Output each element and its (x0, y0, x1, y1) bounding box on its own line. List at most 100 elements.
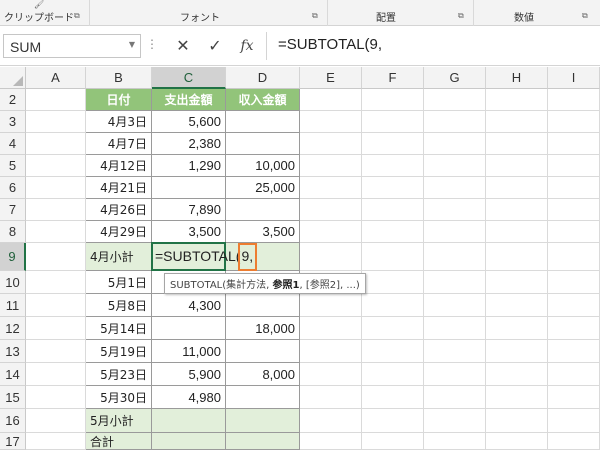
column-header-h[interactable]: H (486, 67, 548, 89)
cell-c16[interactable] (152, 409, 226, 433)
cell-i4[interactable] (548, 133, 600, 155)
name-box[interactable]: SUM ▼ (3, 34, 141, 58)
worksheet-grid[interactable]: A B C D E F G H I 2 3 4 5 6 7 8 9 10 11 12 13 14 15 16 17 日付 支出金額収… (0, 67, 600, 450)
cell-a3[interactable] (26, 111, 86, 133)
cell-i14[interactable] (548, 363, 600, 386)
cell-h2[interactable] (486, 89, 548, 111)
cell-h9[interactable] (486, 243, 548, 271)
cell-d11[interactable] (226, 294, 300, 317)
cell-a17[interactable] (26, 433, 86, 450)
column-header-c[interactable]: C (152, 67, 226, 89)
cell-i6[interactable] (548, 177, 600, 199)
cell-g17[interactable] (424, 433, 486, 450)
cell-g10[interactable] (424, 271, 486, 294)
cell-h8[interactable] (486, 221, 548, 243)
cell-f16[interactable] (362, 409, 424, 433)
cell-a7[interactable] (26, 199, 86, 221)
cell-d13[interactable] (226, 340, 300, 363)
cell-d8[interactable]: 3,500 (226, 221, 300, 243)
cell-g12[interactable] (424, 317, 486, 340)
cell-h11[interactable] (486, 294, 548, 317)
cell-f8[interactable] (362, 221, 424, 243)
cell-a14[interactable] (26, 363, 86, 386)
cell-h16[interactable] (486, 409, 548, 433)
cell-b15[interactable]: 5月30日 (86, 386, 152, 409)
dialog-launcher-icon[interactable]: ⧉ (582, 11, 588, 21)
cell-g3[interactable] (424, 111, 486, 133)
cell-a15[interactable] (26, 386, 86, 409)
cell-f15[interactable] (362, 386, 424, 409)
row-header-12[interactable]: 12 (0, 317, 26, 340)
cell-a6[interactable] (26, 177, 86, 199)
cell-e5[interactable] (300, 155, 362, 177)
cell-e7[interactable] (300, 199, 362, 221)
cell-g4[interactable] (424, 133, 486, 155)
cell-g11[interactable] (424, 294, 486, 317)
cell-i11[interactable] (548, 294, 600, 317)
cell-d5[interactable]: 10,000 (226, 155, 300, 177)
row-header-13[interactable]: 13 (0, 340, 26, 363)
cell-b13[interactable]: 5月19日 (86, 340, 152, 363)
cell-a8[interactable] (26, 221, 86, 243)
cell-f12[interactable] (362, 317, 424, 340)
cell-c15[interactable]: 4,980 (152, 386, 226, 409)
cell-f13[interactable] (362, 340, 424, 363)
cell-g6[interactable] (424, 177, 486, 199)
cell-c6[interactable] (152, 177, 226, 199)
row-header-7[interactable]: 7 (0, 199, 26, 221)
cell-a9[interactable] (26, 243, 86, 271)
cell-c7[interactable]: 7,890 (152, 199, 226, 221)
row-header-17[interactable]: 17 (0, 433, 26, 450)
cell-c17[interactable] (152, 433, 226, 450)
paint-format-icon[interactable]: 🖌 (34, 0, 44, 9)
cell-b9[interactable]: 4月小計 (86, 243, 152, 271)
cell-i10[interactable] (548, 271, 600, 294)
cell-g9[interactable] (424, 243, 486, 271)
cell-h6[interactable] (486, 177, 548, 199)
cell-a2[interactable] (26, 89, 86, 111)
cancel-button[interactable]: ✕ (172, 35, 194, 57)
cell-f17[interactable] (362, 433, 424, 450)
column-header-e[interactable]: E (300, 67, 362, 89)
drag-handle-icon[interactable]: ⋮ (146, 37, 158, 51)
cell-f2[interactable] (362, 89, 424, 111)
cell-f6[interactable] (362, 177, 424, 199)
cell-g5[interactable] (424, 155, 486, 177)
cell-b11[interactable]: 5月8日 (86, 294, 152, 317)
row-header-14[interactable]: 14 (0, 363, 26, 386)
tooltip-function-name[interactable]: SUBTOTAL( (170, 280, 226, 291)
insert-function-button[interactable]: fx (236, 35, 258, 57)
cell-c4[interactable]: 2,380 (152, 133, 226, 155)
row-header-16[interactable]: 16 (0, 409, 26, 433)
cell-e3[interactable] (300, 111, 362, 133)
column-header-i[interactable]: I (548, 67, 600, 89)
cell-c8[interactable]: 3,500 (152, 221, 226, 243)
cell-h17[interactable] (486, 433, 548, 450)
cell-g16[interactable] (424, 409, 486, 433)
cell-e17[interactable] (300, 433, 362, 450)
cell-d16[interactable] (226, 409, 300, 433)
row-header-4[interactable]: 4 (0, 133, 26, 155)
cell-h12[interactable] (486, 317, 548, 340)
cell-g8[interactable] (424, 221, 486, 243)
cell-i9[interactable] (548, 243, 600, 271)
cell-i3[interactable] (548, 111, 600, 133)
cell-i5[interactable] (548, 155, 600, 177)
cell-c5[interactable]: 1,290 (152, 155, 226, 177)
cell-b14[interactable]: 5月23日 (86, 363, 152, 386)
cell-f7[interactable] (362, 199, 424, 221)
cell-a16[interactable] (26, 409, 86, 433)
cell-b12[interactable]: 5月14日 (86, 317, 152, 340)
cell-b6[interactable]: 4月21日 (86, 177, 152, 199)
cell-b5[interactable]: 4月12日 (86, 155, 152, 177)
cell-a11[interactable] (26, 294, 86, 317)
cell-i15[interactable] (548, 386, 600, 409)
dialog-launcher-icon[interactable]: ⧉ (312, 11, 318, 21)
cell-i8[interactable] (548, 221, 600, 243)
dialog-launcher-icon[interactable]: ⧉ (74, 11, 80, 21)
cell-h7[interactable] (486, 199, 548, 221)
row-header-3[interactable]: 3 (0, 111, 26, 133)
cell-b16[interactable]: 5月小計 (86, 409, 152, 433)
cell-h4[interactable] (486, 133, 548, 155)
cell-g14[interactable] (424, 363, 486, 386)
